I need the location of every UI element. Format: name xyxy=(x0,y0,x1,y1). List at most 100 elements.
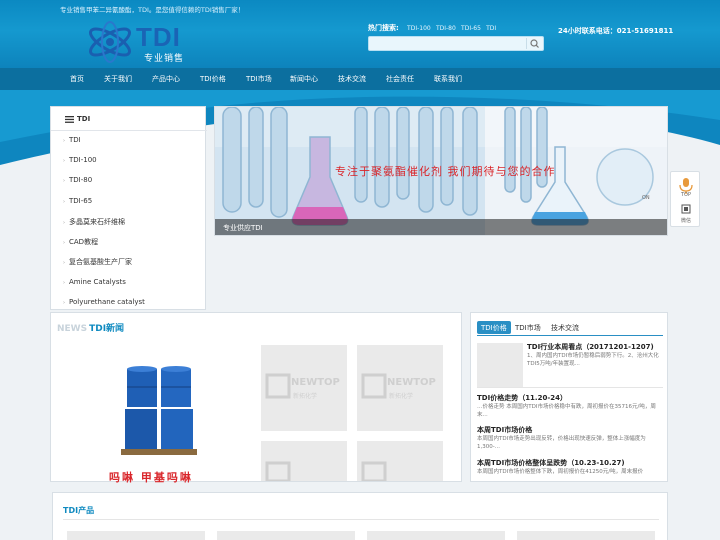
chevron-right-icon: › xyxy=(63,178,65,184)
qr-code-icon[interactable] xyxy=(671,204,701,216)
sidebar-item[interactable]: › TDI xyxy=(63,136,81,144)
post-desc: …价格走势 本周国内TDI市场价格稳中有跌，周初报价在35716元/吨，周末..… xyxy=(477,404,656,418)
back-to-top-label[interactable]: TOP xyxy=(671,192,701,198)
hot-term[interactable]: TDI-65 xyxy=(461,25,481,32)
product-card[interactable] xyxy=(67,531,205,540)
tab-tdi-market[interactable]: TDI市场 xyxy=(511,321,545,334)
divider xyxy=(477,387,663,388)
products-panel: TDI产品 xyxy=(52,492,668,540)
price-tabs-panel: TDI价格 TDI市场 技术交流 TDI行业本周看点（20171201-1207… xyxy=(470,312,668,482)
news-feature-image[interactable] xyxy=(99,341,223,471)
products-title: TDI产品 xyxy=(63,506,95,515)
sidebar-item-label: 复合氨基酸生产厂家 xyxy=(69,258,132,266)
tab-tdi-price[interactable]: TDI价格 xyxy=(477,321,511,334)
sidebar-item[interactable]: › TDI-65 xyxy=(63,197,92,205)
banner-slogan: 专注于聚氨酯催化剂 我们期待与您的合作 xyxy=(335,165,556,178)
nav-tech[interactable]: 技术交流 xyxy=(338,74,366,84)
news-title-cn: TDI新闻 xyxy=(89,324,125,334)
nav-contact[interactable]: 联系我们 xyxy=(434,74,462,84)
nav-products[interactable]: 产品中心 xyxy=(152,74,180,84)
hot-term[interactable]: TDI-100 xyxy=(407,25,431,32)
sidebar-item[interactable]: › CAD教程 xyxy=(63,237,98,247)
sidebar-item[interactable]: › 复合氨基酸生产厂家 xyxy=(63,257,132,267)
nav-tdi-price[interactable]: TDI价格 xyxy=(200,74,226,84)
hot-search-label: 热门搜索: xyxy=(368,24,399,32)
nav-news[interactable]: 新闻中心 xyxy=(290,74,318,84)
newtop-logo-icon xyxy=(265,373,291,399)
sidebar-item-label: TDI xyxy=(69,136,81,144)
news-title: NEWS TDI新闻 xyxy=(57,321,124,334)
product-card[interactable] xyxy=(367,531,505,540)
post-title: TDI行业本周看点（20171201-1207) xyxy=(527,343,654,351)
news-thumb[interactable] xyxy=(261,441,347,483)
news-panel: NEWS TDI新闻 吗啉 甲基吗啉 NEWTOP 新拓化学 NEWTOP 新拓化… xyxy=(50,312,462,484)
post-title: 本周TDI市场价格 xyxy=(477,426,533,434)
header: 专业销售甲苯二异氰酸酯，TDI。是您值得信赖的TDI销售厂家！ TDI 专业销售… xyxy=(0,0,720,68)
banner-on-text: ON xyxy=(642,195,650,201)
chevron-right-icon: › xyxy=(63,199,65,205)
post-title: 本周TDI市场价格整体呈跌势（10.23-10.27) xyxy=(477,459,625,467)
post-thumb xyxy=(477,343,523,387)
divider xyxy=(63,519,659,520)
post-desc: 本周国内TDI市场走势出现反转，价格出现快速反弹，整体上涨幅度为1,300-..… xyxy=(477,436,646,450)
news-thumb[interactable]: NEWTOP 新拓化学 xyxy=(357,345,443,431)
chevron-right-icon: › xyxy=(63,260,65,266)
sidebar-categories: TDI › TDI › TDI-100 › TDI-80 › TDI-65 › 多晶莫来石… xyxy=(50,106,207,310)
product-card[interactable] xyxy=(217,531,355,540)
chevron-right-icon: › xyxy=(63,220,65,226)
tab-underline xyxy=(477,335,663,336)
hot-search: 热门搜索: TDI-100 TDI-80 TDI-65 TDI xyxy=(368,23,499,33)
nav-social[interactable]: 社会责任 xyxy=(386,74,414,84)
thumb-brand: NEWTOP xyxy=(387,377,436,388)
product-card[interactable] xyxy=(517,531,655,540)
post-title: TDI价格走势（11.20-24） xyxy=(477,394,567,402)
nav-about[interactable]: 关于我们 xyxy=(104,74,132,84)
chevron-right-icon: › xyxy=(63,280,65,286)
hot-term[interactable]: TDI xyxy=(486,25,496,32)
news-thumb[interactable] xyxy=(357,441,443,483)
sidebar-item-label: 多晶莫来石纤维棉 xyxy=(69,218,125,226)
thumb-brand-cn: 新拓化学 xyxy=(389,393,414,400)
newtop-logo-icon xyxy=(265,461,291,483)
float-toolbar: TOP 微信 xyxy=(670,171,700,227)
thumb-brand-cn: 新拓化学 xyxy=(293,393,318,400)
chevron-right-icon: › xyxy=(63,138,65,144)
nav-tdi-market[interactable]: TDI市场 xyxy=(246,74,272,84)
newtop-logo-icon xyxy=(361,461,387,483)
sidebar-item[interactable]: › TDI-80 xyxy=(63,176,92,184)
main-nav: 首页 关于我们 产品中心 TDI价格 TDI市场 新闻中心 技术交流 社会责任 … xyxy=(0,68,720,90)
banner-caption: 专业供应TDI xyxy=(215,219,667,235)
sidebar-item-label: Polyurethane catalyst xyxy=(69,298,145,306)
post-desc: 本周国内TDI市场价格整体下跌，周初报价在41250元/吨，周末报价 xyxy=(477,469,644,475)
thumb-brand: NEWTOP xyxy=(291,377,340,388)
sidebar-item-label: TDI-80 xyxy=(69,176,93,184)
news-title-en: NEWS xyxy=(57,324,88,334)
chevron-right-icon: › xyxy=(63,158,65,164)
site-logo[interactable]: TDI 专业销售 xyxy=(84,20,194,64)
sidebar-item-label: CAD教程 xyxy=(69,238,99,246)
nav-home[interactable]: 首页 xyxy=(70,74,84,84)
sidebar-header: TDI xyxy=(51,107,207,131)
header-tagline: 专业销售甲苯二异氰酸酯，TDI。是您值得信赖的TDI销售厂家！ xyxy=(60,6,245,14)
sidebar-item[interactable]: › Polyurethane catalyst xyxy=(63,298,145,306)
search-icon xyxy=(530,39,539,48)
search-input[interactable] xyxy=(371,38,521,49)
hot-term[interactable]: TDI-80 xyxy=(436,25,456,32)
logo-text: TDI xyxy=(136,22,181,52)
sidebar-item[interactable]: › 多晶莫来石纤维棉 xyxy=(63,217,125,227)
tab-tech[interactable]: 技术交流 xyxy=(547,321,583,334)
sidebar-title: TDI xyxy=(77,115,91,123)
search-button[interactable] xyxy=(526,38,541,49)
hero-banner[interactable]: 专注于聚氨酯催化剂 我们期待与您的合作 ON 专业供应TDI xyxy=(214,106,668,236)
news-thumb[interactable]: NEWTOP 新拓化学 xyxy=(261,345,347,431)
chevron-right-icon: › xyxy=(63,240,65,246)
post-desc: 1、周内国内TDI市场仍暂稳后弱势下行。2、沧州大化TDI5万吨/年装置现... xyxy=(527,353,659,367)
wechat-label[interactable]: 微信 xyxy=(671,217,701,224)
sidebar-item[interactable]: › TDI-100 xyxy=(63,156,97,164)
sidebar-item-label: TDI-65 xyxy=(69,197,93,205)
search-box xyxy=(368,36,544,51)
chevron-right-icon: › xyxy=(63,300,65,306)
contact-phone: 24小时联系电话：021-51691811 xyxy=(558,27,674,35)
atom-logo-icon xyxy=(89,21,131,63)
sidebar-item[interactable]: › Amine Catalysts xyxy=(63,278,126,286)
